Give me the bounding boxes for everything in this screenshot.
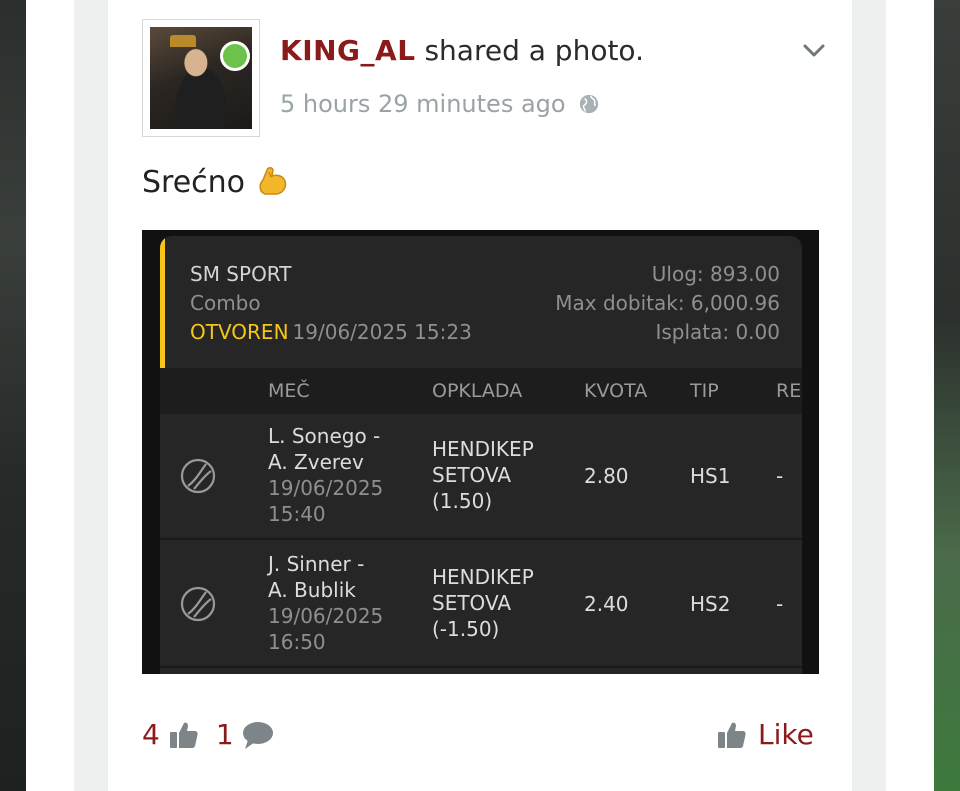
slip-type: Combo — [190, 291, 261, 315]
username-link[interactable]: KING_AL — [280, 34, 416, 67]
tennis-ball-icon — [180, 586, 216, 622]
post-card: KING_AL shared a photo. 5 hours 29 minut… — [108, 0, 852, 791]
bet-slip: SM SPORT Combo OTVOREN 19/06/2025 15:23 U… — [160, 236, 802, 674]
flexed-biceps-icon — [259, 167, 287, 195]
thumbs-up-icon[interactable] — [168, 719, 200, 751]
bet-line-3: (1.50) — [432, 489, 493, 513]
post-text-row: Srećno — [142, 164, 291, 200]
bet-line-1: HENDIKEP — [432, 437, 534, 461]
bet-line-1: HENDIKEP — [432, 565, 534, 589]
bet-tip: HS2 — [690, 592, 731, 616]
slip-status-line: OTVOREN 19/06/2025 15:23 — [190, 320, 472, 344]
like-button-label: Like — [758, 718, 814, 751]
bet-tip: HS1 — [690, 464, 731, 488]
thumbs-up-icon — [718, 722, 746, 748]
avatar-frame[interactable] — [142, 19, 260, 137]
column-header-bet: OPKLADA — [432, 380, 523, 402]
column-header-odd: KVOTA — [584, 380, 648, 402]
slip-header: SM SPORT Combo OTVOREN 19/06/2025 15:23 U… — [160, 236, 802, 368]
comment-icon[interactable] — [242, 720, 274, 750]
slip-table-header: MEČ OPKLADA KVOTA TIP RE — [160, 368, 802, 414]
table-row: J. Sinner - A. Bublik 19/06/2025 16:50 H… — [160, 542, 802, 668]
slip-max-win: Max dobitak: 6,000.96 — [555, 291, 780, 315]
slip-datetime: 19/06/2025 15:23 — [292, 320, 472, 344]
bet-line-3: (-1.50) — [432, 617, 500, 641]
post-stats: 4 1 — [142, 718, 274, 751]
bet-line-2: SETOVA — [432, 591, 512, 615]
like-button[interactable]: Like — [716, 718, 814, 751]
column-header-tip: TIP — [690, 380, 719, 402]
table-row: L. Sonego - A. Zverev 19/06/2025 15:40 H… — [160, 414, 802, 540]
match-date: 19/06/2025 — [268, 476, 384, 500]
match-date: 19/06/2025 — [268, 604, 384, 628]
bet-odd: 2.40 — [584, 592, 629, 616]
post-timestamp[interactable]: 5 hours 29 minutes ago — [280, 90, 566, 118]
globe-icon — [579, 94, 598, 114]
bet-result: - — [776, 592, 784, 616]
slip-bookmaker: SM SPORT — [190, 262, 292, 286]
avatar[interactable] — [150, 27, 252, 129]
column-header-match: MEČ — [268, 380, 310, 402]
match-player-1: L. Sonego - — [268, 424, 381, 448]
post-action-text: shared a photo. — [415, 34, 644, 67]
post-text: Srećno — [142, 164, 246, 200]
post-headline: KING_AL shared a photo. — [280, 34, 644, 67]
match-player-2: A. Zverev — [268, 450, 364, 474]
bet-line-2: SETOVA — [432, 463, 512, 487]
column-header-result: RE — [776, 380, 802, 402]
background-right — [934, 0, 960, 791]
background-left — [0, 0, 26, 791]
post-timestamp-row: 5 hours 29 minutes ago — [280, 90, 600, 118]
match-player-2: A. Bublik — [268, 578, 356, 602]
match-time: 16:50 — [268, 630, 326, 654]
tennis-ball-icon — [180, 458, 216, 494]
match-time: 15:40 — [268, 502, 326, 526]
match-player-1: J. Sinner - — [268, 552, 365, 576]
slip-status: OTVOREN — [190, 320, 289, 344]
chevron-down-icon[interactable] — [800, 36, 828, 64]
bet-result: - — [776, 464, 784, 488]
crown-shape — [170, 35, 196, 47]
online-status-dot — [220, 41, 250, 71]
comments-count[interactable]: 1 — [216, 718, 234, 751]
slip-payout: Isplata: 0.00 — [655, 320, 780, 344]
likes-count[interactable]: 4 — [142, 718, 160, 751]
bet-odd: 2.80 — [584, 464, 629, 488]
slip-stake: Ulog: 893.00 — [651, 262, 780, 286]
shared-photo[interactable]: SM SPORT Combo OTVOREN 19/06/2025 15:23 U… — [142, 230, 819, 674]
